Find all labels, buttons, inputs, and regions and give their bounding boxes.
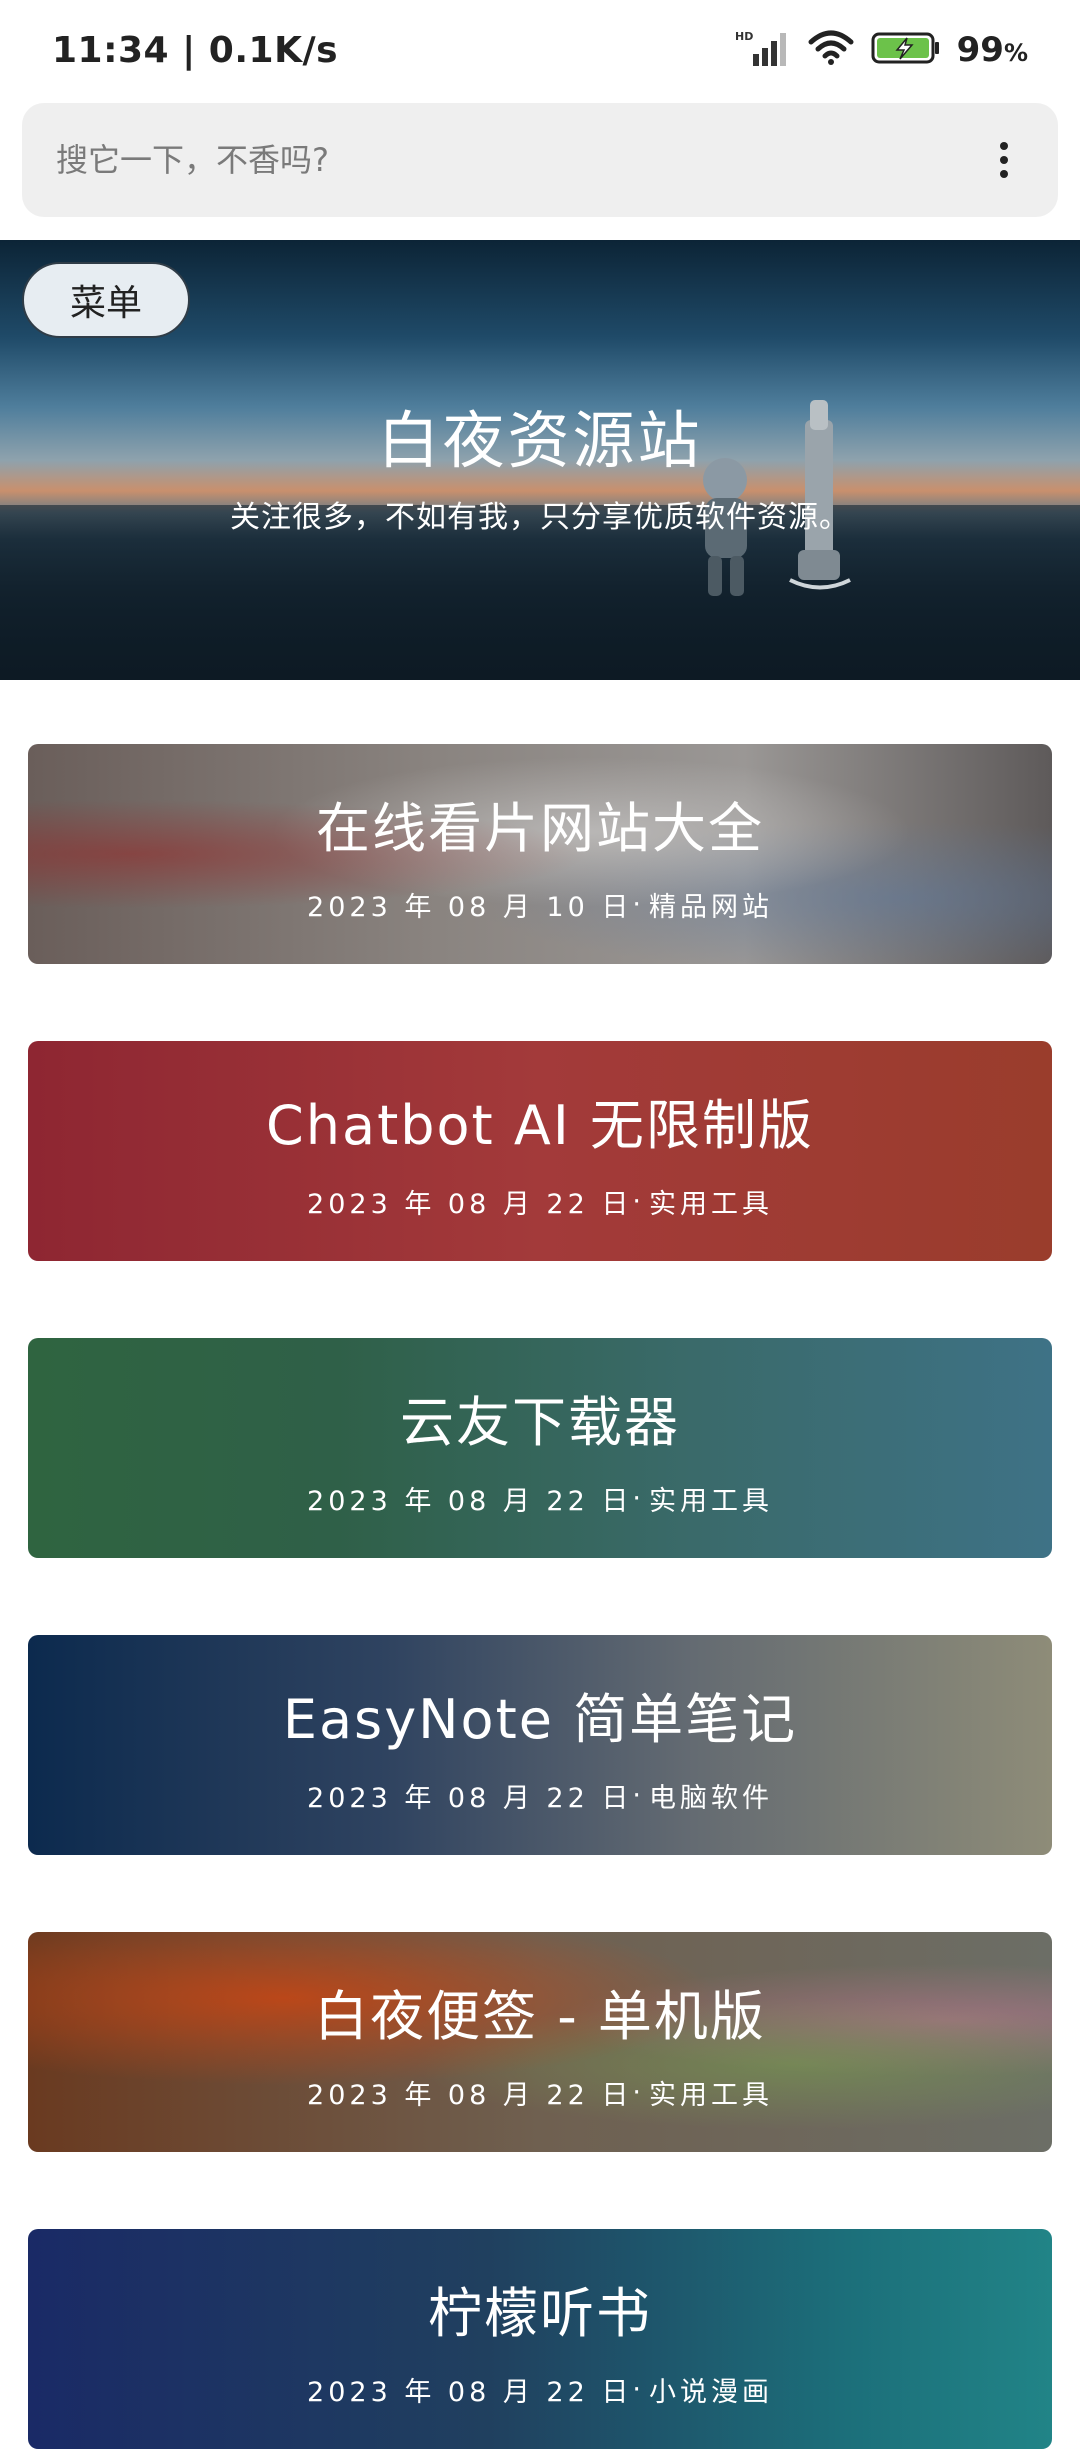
menu-button[interactable]: 菜单 — [22, 262, 190, 338]
post-card-title: 在线看片网站大全 — [316, 797, 764, 860]
status-time: 11:34 | 0.1K/s — [52, 29, 339, 71]
post-card-separator: · — [632, 1186, 645, 1217]
post-card-separator: · — [632, 1483, 645, 1514]
post-card-date: 2023 年 08 月 22 日 — [307, 2377, 633, 2408]
hero-subtitle: 关注很多，不如有我，只分享优质软件资源。 — [230, 500, 850, 535]
post-card-meta: 2023 年 08 月 22 日 · 小说漫画 — [307, 2370, 773, 2409]
post-card-date: 2023 年 08 月 22 日 — [307, 2080, 633, 2111]
post-card-title: 白夜便签 - 单机版 — [314, 1985, 766, 2048]
post-card-title: 柠檬听书 — [428, 2282, 652, 2345]
post-card[interactable]: 白夜便签 - 单机版 2023 年 08 月 22 日 · 实用工具 — [28, 1932, 1052, 2152]
signal-icon: HD — [735, 28, 791, 72]
post-card-meta: 2023 年 08 月 22 日 · 实用工具 — [307, 2073, 773, 2112]
post-card-separator: · — [632, 889, 645, 920]
post-card[interactable]: 柠檬听书 2023 年 08 月 22 日 · 小说漫画 — [28, 2229, 1052, 2449]
post-card-meta: 2023 年 08 月 22 日 · 电脑软件 — [307, 1776, 773, 1815]
post-card[interactable]: 在线看片网站大全 2023 年 08 月 10 日 · 精品网站 — [28, 744, 1052, 964]
post-card-date: 2023 年 08 月 10 日 — [307, 892, 633, 923]
more-vertical-icon[interactable] — [984, 130, 1024, 190]
post-card-category[interactable]: 实用工具 — [649, 1479, 773, 1518]
post-card-category[interactable]: 实用工具 — [649, 2073, 773, 2112]
post-card-meta: 2023 年 08 月 22 日 · 实用工具 — [307, 1182, 773, 1221]
post-card-title: Chatbot AI 无限制版 — [266, 1094, 814, 1157]
post-card-date: 2023 年 08 月 22 日 — [307, 1486, 633, 1517]
search-bar — [22, 103, 1058, 217]
post-card-category[interactable]: 电脑软件 — [649, 1776, 773, 1815]
search-input[interactable] — [56, 141, 984, 179]
battery-charging-icon — [871, 30, 941, 70]
post-card[interactable]: 云友下载器 2023 年 08 月 22 日 · 实用工具 — [28, 1338, 1052, 1558]
post-card-separator: · — [632, 2077, 645, 2108]
post-card[interactable]: EasyNote 简单笔记 2023 年 08 月 22 日 · 电脑软件 — [28, 1635, 1052, 1855]
post-card-category[interactable]: 小说漫画 — [649, 2370, 773, 2409]
post-card-title: EasyNote 简单笔记 — [282, 1688, 798, 1751]
svg-text:HD: HD — [735, 30, 753, 43]
post-card-date: 2023 年 08 月 22 日 — [307, 1783, 633, 1814]
hero-banner: 白夜资源站 关注很多，不如有我，只分享优质软件资源。 菜单 — [0, 240, 1080, 680]
post-card-category[interactable]: 精品网站 — [649, 885, 773, 924]
post-card-meta: 2023 年 08 月 22 日 · 实用工具 — [307, 1479, 773, 1518]
post-card-title: 云友下载器 — [400, 1391, 680, 1454]
post-card-date: 2023 年 08 月 22 日 — [307, 1189, 633, 1220]
hero-title: 白夜资源站 — [377, 404, 703, 477]
post-card-meta: 2023 年 08 月 10 日 · 精品网站 — [307, 885, 773, 924]
post-card-separator: · — [632, 2374, 645, 2405]
wifi-icon — [807, 30, 855, 70]
status-icons: HD 99% — [735, 28, 1028, 72]
post-card-category[interactable]: 实用工具 — [649, 1182, 773, 1221]
battery-percent: 99% — [956, 30, 1028, 70]
status-bar: 11:34 | 0.1K/s HD 99% — [0, 0, 1080, 100]
post-card-separator: · — [632, 1780, 645, 1811]
post-card[interactable]: Chatbot AI 无限制版 2023 年 08 月 22 日 · 实用工具 — [28, 1041, 1052, 1261]
